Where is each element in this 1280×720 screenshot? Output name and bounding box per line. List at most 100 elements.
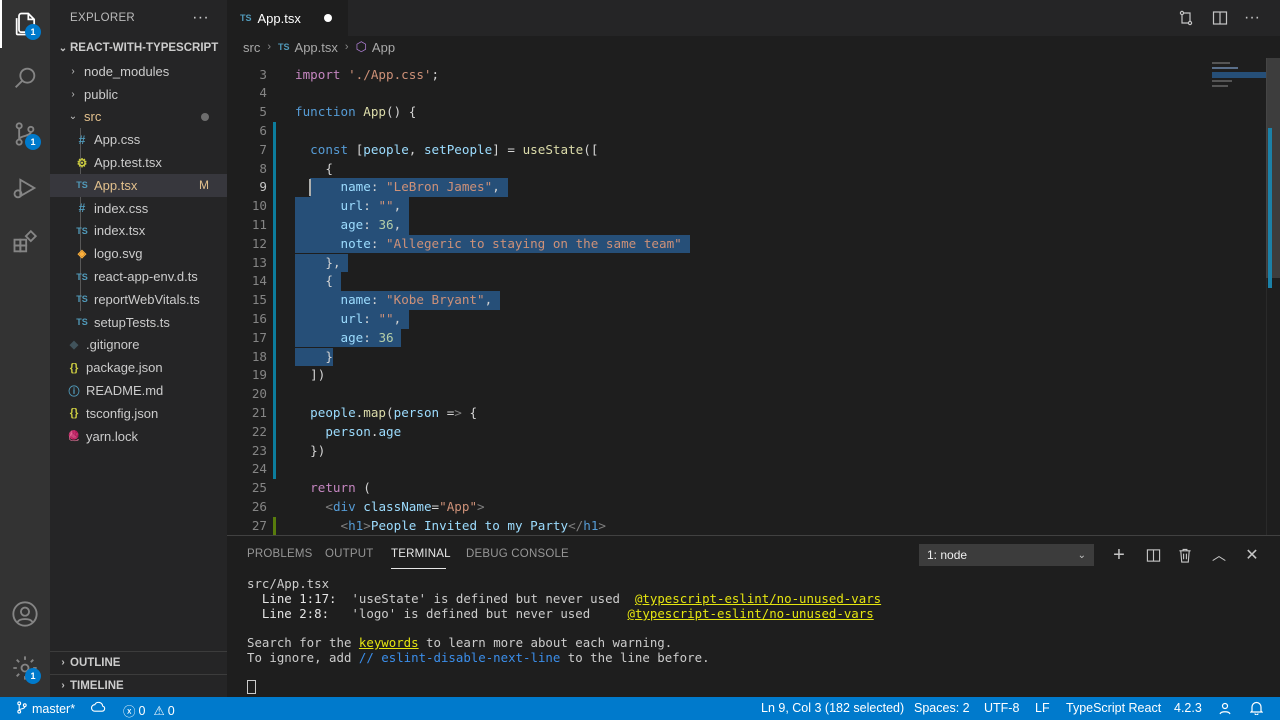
- file-tree-item[interactable]: TS react-app-env.d.ts: [50, 265, 227, 288]
- code-text: return (: [310, 480, 371, 496]
- file-tree-item[interactable]: {} tsconfig.json: [50, 402, 227, 425]
- outline-section[interactable]: › OUTLINE: [50, 651, 227, 673]
- typescript-file-icon: TS: [76, 225, 88, 236]
- file-tree-item[interactable]: TS reportWebVitals.ts: [50, 288, 227, 311]
- file-tree-item[interactable]: # index.css: [50, 197, 227, 220]
- code-text: }): [310, 442, 326, 458]
- code-editor[interactable]: 3 import './App.css'; 4 5 function App() {6 7…: [227, 58, 1280, 535]
- line-number: 17: [251, 329, 267, 345]
- file-tree-item[interactable]: # App.css: [50, 128, 227, 151]
- run-debug-icon[interactable]: [0, 164, 50, 212]
- chevron-right-icon: ›: [267, 41, 272, 53]
- file-tree-item[interactable]: ◈ logo.svg: [50, 242, 227, 265]
- file-tree-label: README.md: [86, 383, 164, 399]
- code-line: 5 function App() {: [227, 103, 1280, 122]
- timeline-section[interactable]: › TIMELINE: [50, 674, 227, 696]
- explorer-icon[interactable]: 1: [0, 0, 50, 48]
- chevron-right-icon: ›: [61, 680, 65, 691]
- typescript-icon: TS: [278, 42, 290, 52]
- cursor-position[interactable]: Ln 9, Col 3 (182 selected): [761, 701, 904, 715]
- trash-icon[interactable]: [1175, 545, 1195, 565]
- editor-scrollbar[interactable]: [1266, 58, 1280, 535]
- indentation-status[interactable]: Spaces: 2: [914, 701, 970, 715]
- file-tree-label: App.css: [94, 132, 141, 148]
- more-actions-icon[interactable]: ···: [192, 9, 209, 27]
- terminal-select[interactable]: 1: node ⌄: [919, 544, 1094, 566]
- code-line: 19 ]): [227, 366, 1280, 385]
- chevron-down-icon: ⌄: [1077, 549, 1086, 561]
- tab-problems[interactable]: PROBLEMS: [247, 548, 313, 560]
- close-panel-icon[interactable]: ✕: [1242, 545, 1262, 565]
- file-tree-item[interactable]: ⚙ App.test.tsx: [50, 151, 227, 174]
- typescript-version[interactable]: 4.2.3: [1174, 701, 1202, 715]
- tab-output[interactable]: OUTPUT: [325, 548, 373, 560]
- css-file-icon: #: [78, 132, 86, 147]
- split-terminal-icon[interactable]: [1143, 545, 1163, 565]
- source-control-icon[interactable]: 1: [0, 110, 50, 158]
- terminal-line: Line 2:8: 'logo' is defined but never us…: [247, 606, 874, 621]
- chevron-right-icon: ›: [344, 41, 349, 53]
- file-tree-item[interactable]: ⌄ src: [50, 106, 227, 129]
- feedback-icon[interactable]: [1218, 701, 1232, 715]
- gutter-add-marker[interactable]: [273, 516, 276, 535]
- file-tree-label: index.tsx: [94, 223, 146, 239]
- line-number: 7: [259, 141, 267, 157]
- unsaved-dot-icon[interactable]: [324, 14, 332, 22]
- file-tree-item[interactable]: › node_modules: [50, 60, 227, 83]
- file-tree-item[interactable]: TS App.tsx M: [50, 174, 227, 197]
- problems-status[interactable]: ⓧ 0 ⚠ 0: [123, 701, 175, 720]
- git-status-badge: M: [199, 178, 209, 193]
- maximize-panel-icon[interactable]: ︿: [1209, 545, 1229, 565]
- branch-status[interactable]: master*: [16, 701, 75, 717]
- eslint-rule-link[interactable]: @typescript-eslint/no-unused-vars: [627, 606, 873, 621]
- file-tree-label: reportWebVitals.ts: [94, 291, 200, 307]
- account-icon[interactable]: [0, 590, 50, 638]
- file-tree-item[interactable]: TS index.tsx: [50, 220, 227, 243]
- language-mode[interactable]: TypeScript React: [1066, 701, 1161, 715]
- file-tree-label: App.test.tsx: [94, 155, 162, 171]
- file-tree-label: yarn.lock: [86, 428, 139, 444]
- breadcrumb-symbol[interactable]: App: [372, 40, 395, 55]
- sync-icon[interactable]: [91, 701, 106, 714]
- tab-app-tsx[interactable]: TS App.tsx: [227, 0, 348, 36]
- minimap[interactable]: [1208, 58, 1268, 98]
- project-folder-header[interactable]: ⌄ REACT-WITH-TYPESCRIPT: [50, 36, 227, 60]
- more-actions-icon[interactable]: ···: [1242, 8, 1262, 28]
- line-number: 6: [259, 122, 267, 138]
- gutter-change-marker[interactable]: [273, 121, 276, 480]
- code-line: 13 },: [227, 253, 1280, 273]
- file-tree-label: tsconfig.json: [86, 405, 159, 421]
- code-line: 10 url: "",: [227, 197, 1280, 216]
- extensions-icon[interactable]: [0, 218, 50, 266]
- notifications-bell-icon[interactable]: [1250, 701, 1263, 715]
- code-line: 15 name: "Kobe Bryant",: [227, 291, 1280, 310]
- code-line: 6: [227, 122, 1280, 141]
- encoding-status[interactable]: UTF-8: [984, 701, 1019, 715]
- tab-terminal[interactable]: TERMINAL: [391, 548, 451, 560]
- file-tree-item[interactable]: TS setupTests.ts: [50, 311, 227, 334]
- breadcrumb-folder[interactable]: src: [243, 40, 260, 55]
- line-number: 27: [251, 517, 267, 533]
- code-line: 8 {: [227, 160, 1280, 179]
- file-tree-item[interactable]: ⓘ README.md: [50, 379, 227, 402]
- file-tree-item[interactable]: › public: [50, 83, 227, 106]
- search-icon[interactable]: [0, 54, 50, 102]
- project-name: REACT-WITH-TYPESCRIPT: [70, 42, 219, 54]
- file-tree-item[interactable]: ◆ .gitignore: [50, 334, 227, 357]
- eol-status[interactable]: LF: [1035, 701, 1050, 715]
- breadcrumb-file[interactable]: App.tsx: [295, 40, 338, 55]
- file-tree-item[interactable]: 🧶 yarn.lock: [50, 425, 227, 448]
- code-line: 27 <h1>People Invited to my Party</h1>: [227, 517, 1280, 535]
- new-terminal-icon[interactable]: +: [1109, 544, 1129, 566]
- svg-file-icon: ◈: [77, 248, 87, 261]
- tab-debug-console[interactable]: DEBUG CONSOLE: [466, 548, 569, 560]
- file-tree-item[interactable]: {} package.json: [50, 356, 227, 379]
- keywords-link[interactable]: keywords: [359, 635, 419, 650]
- split-editor-icon[interactable]: [1210, 8, 1230, 28]
- terminal-cursor: [247, 680, 256, 694]
- file-tree-label: logo.svg: [94, 246, 143, 262]
- settings-gear-icon[interactable]: 1: [0, 644, 50, 692]
- open-changes-icon[interactable]: [1176, 8, 1196, 28]
- eslint-rule-link[interactable]: @typescript-eslint/no-unused-vars: [635, 591, 881, 606]
- terminal-line: src/App.tsx: [247, 576, 329, 591]
